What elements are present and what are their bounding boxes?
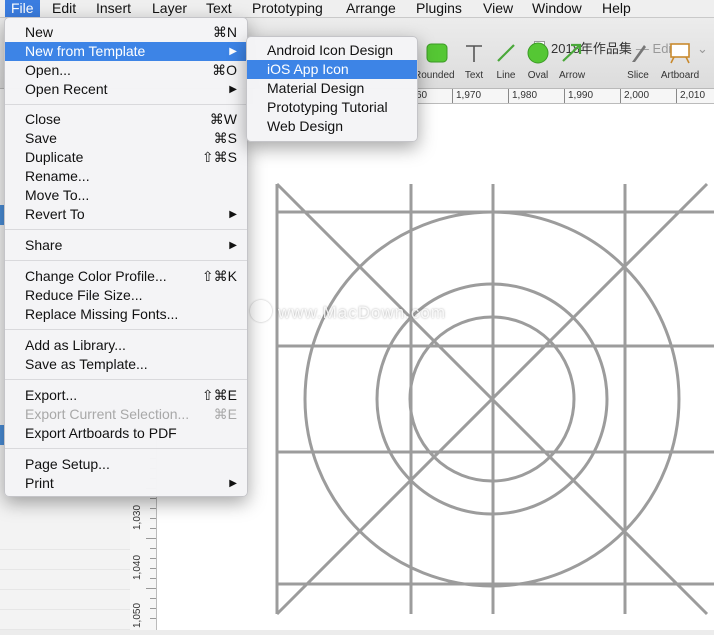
list-item[interactable] bbox=[0, 609, 130, 630]
menu-item-save[interactable]: Save ⌘S bbox=[5, 129, 247, 148]
menu-item-export-artboards-to-pdf[interactable]: Export Artboards to PDF bbox=[5, 424, 247, 443]
tool-line[interactable]: Line bbox=[494, 42, 518, 81]
menu-item-rename[interactable]: Rename... bbox=[5, 167, 247, 186]
menu-item-open-recent[interactable]: Open Recent ▶ bbox=[5, 80, 247, 99]
line-tool-icon bbox=[497, 44, 515, 62]
menu-separator bbox=[5, 379, 247, 380]
menu-item-change-color-profile[interactable]: Change Color Profile... ⇧⌘K bbox=[5, 267, 247, 286]
menu-item-print[interactable]: Print ▶ bbox=[5, 474, 247, 493]
menu-item-add-as-library[interactable]: Add as Library... bbox=[5, 336, 247, 355]
tool-artboard[interactable]: Artboard bbox=[660, 42, 700, 81]
menu-separator bbox=[5, 260, 247, 261]
menu-item-move-to[interactable]: Move To... bbox=[5, 186, 247, 205]
menu-help[interactable]: Help bbox=[596, 0, 637, 17]
file-menu: New ⌘N New from Template ▶ Open... ⌘O Open … bbox=[4, 17, 248, 497]
menu-window[interactable]: Window bbox=[526, 0, 588, 17]
menu-item-new-from-template[interactable]: New from Template ▶ bbox=[5, 42, 247, 61]
list-item[interactable] bbox=[0, 569, 130, 590]
text-tool-icon bbox=[466, 45, 482, 62]
template-web-design[interactable]: Web Design bbox=[247, 117, 417, 136]
ruler-label: 1,030 bbox=[132, 504, 143, 530]
menu-item-duplicate[interactable]: Duplicate ⇧⌘S bbox=[5, 148, 247, 167]
tool-arrow[interactable]: Arrow bbox=[558, 42, 586, 81]
menu-separator bbox=[5, 104, 247, 105]
ruler-label: 1,040 bbox=[132, 554, 143, 580]
menu-prototyping[interactable]: Prototyping bbox=[246, 0, 329, 17]
menu-item-revert-to[interactable]: Revert To ▶ bbox=[5, 205, 247, 224]
watermark-logo-icon bbox=[250, 300, 272, 322]
menu-file[interactable]: File bbox=[5, 0, 40, 17]
tool-rounded[interactable]: Rounded bbox=[414, 42, 455, 81]
menu-separator bbox=[5, 329, 247, 330]
menu-plugins[interactable]: Plugins bbox=[410, 0, 468, 17]
menu-item-close[interactable]: Close ⌘W bbox=[5, 110, 247, 129]
menu-item-share[interactable]: Share ▶ bbox=[5, 236, 247, 255]
menu-item-export[interactable]: Export... ⇧⌘E bbox=[5, 386, 247, 405]
oval-tool-icon bbox=[527, 42, 549, 64]
menu-text[interactable]: Text bbox=[200, 0, 238, 17]
list-item[interactable] bbox=[0, 589, 130, 610]
tool-text[interactable]: Text bbox=[462, 42, 486, 81]
artboard-easel-icon bbox=[670, 43, 690, 64]
menu-item-new[interactable]: New ⌘N bbox=[5, 23, 247, 42]
ruler-label: 1,050 bbox=[132, 602, 143, 628]
template-prototyping-tutorial[interactable]: Prototyping Tutorial bbox=[247, 98, 417, 117]
menu-insert[interactable]: Insert bbox=[90, 0, 137, 17]
ruler-label: 1,970 bbox=[456, 90, 482, 101]
menu-separator bbox=[5, 448, 247, 449]
tool-slice[interactable]: Slice bbox=[626, 42, 650, 81]
menu-bar: File Edit Insert Layer Text Prototyping … bbox=[0, 0, 714, 18]
menu-item-export-current-selection: Export Current Selection... ⌘E bbox=[25, 406, 237, 422]
tool-oval[interactable]: Oval bbox=[526, 42, 550, 81]
template-material-design[interactable]: Material Design bbox=[247, 79, 417, 98]
slice-knife-icon bbox=[632, 45, 646, 62]
menu-item-replace-missing-fonts[interactable]: Replace Missing Fonts... bbox=[5, 305, 247, 324]
arrow-tool-icon bbox=[562, 43, 582, 62]
menu-item-save-as-template[interactable]: Save as Template... bbox=[5, 355, 247, 374]
menu-item-open[interactable]: Open... ⌘O bbox=[5, 61, 247, 80]
template-android-icon-design[interactable]: Android Icon Design bbox=[247, 41, 417, 60]
ruler-label: 2,000 bbox=[624, 90, 650, 101]
menu-edit[interactable]: Edit bbox=[46, 0, 82, 17]
list-item[interactable] bbox=[0, 529, 130, 550]
menu-separator bbox=[5, 229, 247, 230]
list-item[interactable] bbox=[0, 549, 130, 570]
template-submenu: Android Icon Design iOS App Icon Materia… bbox=[246, 36, 418, 142]
ruler-label: 1,980 bbox=[512, 90, 538, 101]
menu-layer[interactable]: Layer bbox=[146, 0, 193, 17]
horizontal-ruler: 60 1,970 1,980 1,990 2,000 2,010 bbox=[416, 89, 714, 104]
ruler-label: 1,990 bbox=[568, 90, 594, 101]
template-ios-app-icon[interactable]: iOS App Icon bbox=[247, 60, 417, 79]
ruler-label: 2,010 bbox=[680, 90, 706, 101]
menu-view[interactable]: View bbox=[477, 0, 519, 17]
rounded-rect-icon bbox=[426, 43, 448, 63]
menu-item-page-setup[interactable]: Page Setup... bbox=[5, 455, 247, 474]
watermark: www.MacDown.com bbox=[250, 300, 446, 323]
menu-item-reduce-file-size[interactable]: Reduce File Size... bbox=[5, 286, 247, 305]
menu-arrange[interactable]: Arrange bbox=[340, 0, 402, 17]
